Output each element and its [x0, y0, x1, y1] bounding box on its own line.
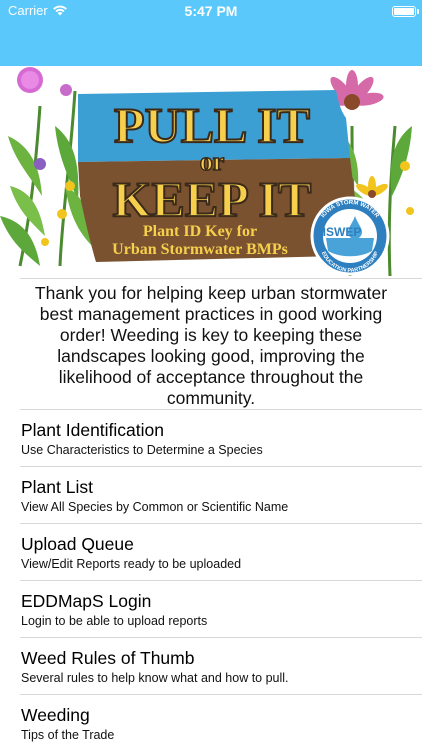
main-menu: Plant Identification Use Characteristics…	[0, 410, 422, 750]
svg-text:ISWEP: ISWEP	[323, 225, 362, 239]
menu-item-subtitle: View All Species by Common or Scientific…	[21, 500, 289, 514]
battery-cap	[417, 9, 419, 14]
logo-line-keep-it: KEEP IT	[113, 171, 312, 227]
menu-item-eddmaps-login[interactable]: EDDMapS Login Login to be able to upload…	[0, 581, 422, 638]
menu-item-subtitle: Several rules to help know what and how …	[21, 671, 289, 685]
menu-item-upload-queue[interactable]: Upload Queue View/Edit Reports ready to …	[0, 524, 422, 581]
menu-item-subtitle: Login to be able to upload reports	[21, 614, 208, 628]
menu-item-title: Plant Identification	[21, 420, 165, 440]
menu-item-title: Upload Queue	[21, 534, 134, 554]
menu-item-plant-list[interactable]: Plant List View All Species by Common or…	[0, 467, 422, 524]
menu-item-weed-rules-of-thumb[interactable]: Weed Rules of Thumb Several rules to hel…	[0, 638, 422, 695]
menu-item-title: EDDMapS Login	[21, 591, 152, 611]
menu-item-subtitle: View/Edit Reports ready to be uploaded	[21, 557, 242, 571]
battery-icon	[392, 6, 416, 17]
clock: 5:47 PM	[184, 3, 238, 19]
menu-item-title: Weeding	[21, 705, 90, 725]
menu-item-subtitle: Tips of the Trade	[21, 728, 115, 742]
menu-item-title: Weed Rules of Thumb	[21, 648, 195, 668]
menu-item-plant-identification[interactable]: Plant Identification Use Characteristics…	[0, 410, 422, 467]
logo-subtitle-1: Plant ID Key for	[143, 223, 257, 240]
iswep-badge-icon: ISWEP IOWA STORM WATER EDUCATION PARTNER…	[310, 196, 390, 276]
menu-item-subtitle: Use Characteristics to Determine a Speci…	[21, 443, 263, 457]
banner-divider	[20, 278, 422, 279]
status-row: Carrier 5:47 PM	[0, 2, 422, 20]
intro-text: Thank you for helping keep urban stormwa…	[34, 283, 388, 408]
menu-item-title: Plant List	[21, 477, 93, 497]
logo-line-pull-it: PULL IT	[114, 97, 310, 153]
logo-subtitle-2: Urban Stormwater BMPs	[112, 241, 288, 258]
menu-item-weeding[interactable]: Weeding Tips of the Trade	[0, 695, 422, 750]
pull-it-keep-it-logo: PULL IT or KEEP IT Plant ID Key for Urba…	[0, 66, 422, 278]
status-bar: Carrier 5:47 PM	[0, 0, 422, 66]
